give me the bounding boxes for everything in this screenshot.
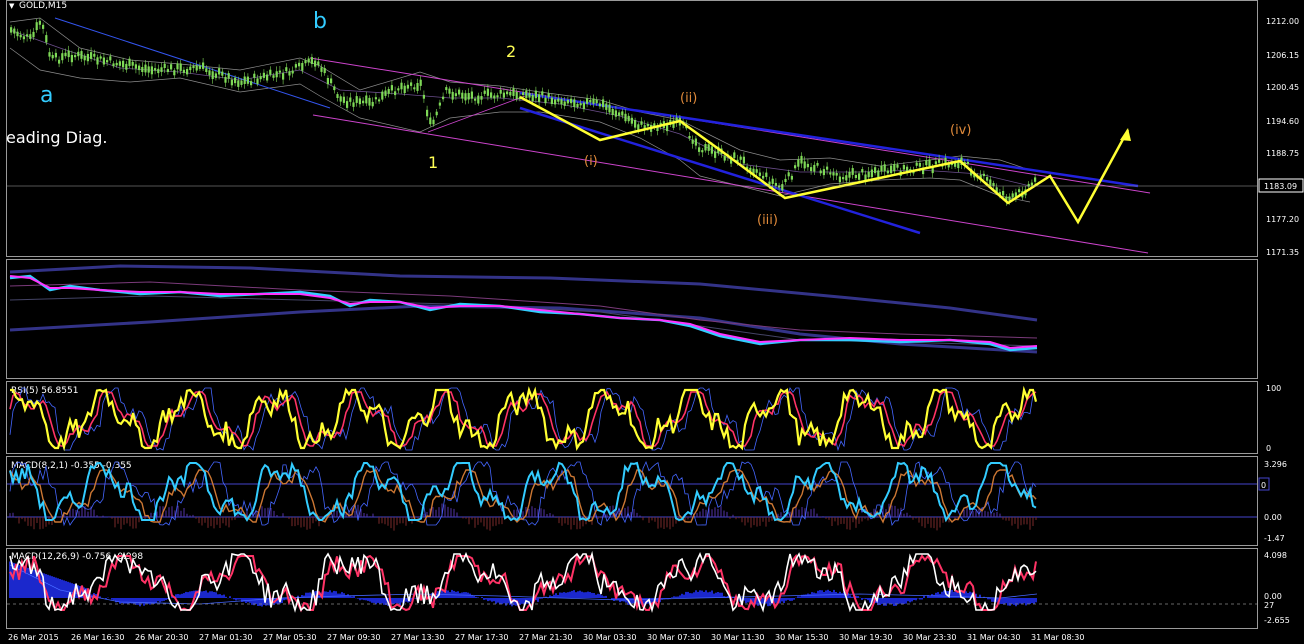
- time-tick: 27 Mar 21:30: [519, 633, 572, 642]
- macd-fast-tick-top: 3.296: [1264, 460, 1287, 469]
- time-tick: 26 Mar 16:30: [71, 633, 124, 642]
- ma-panel: [9, 264, 1038, 354]
- time-tick: 30 Mar 11:30: [711, 633, 764, 642]
- wave-label-b: b: [313, 9, 327, 34]
- triangle-line: [427, 95, 526, 133]
- price-tick: 1188.75: [1266, 149, 1299, 158]
- time-tick: 26 Mar 2015: [8, 633, 59, 642]
- macd-slow-tick-top: 4.098: [1264, 551, 1287, 560]
- wave-label-1: 1: [428, 153, 438, 172]
- wave-label-ii: (ii): [680, 91, 697, 106]
- trend-line-blue-thin: [54, 17, 331, 109]
- wave-label-iii: (iii): [757, 213, 778, 228]
- price-tick: 1212.00: [1266, 17, 1299, 26]
- current-price-label: 1183.09: [1264, 182, 1297, 191]
- macd-slow-tick-zero: 0.00: [1264, 592, 1282, 601]
- time-tick: 30 Mar 19:30: [839, 633, 892, 642]
- price-tick: 1206.15: [1266, 51, 1299, 60]
- price-axis: 1212.00 1206.15 1200.45 1194.60 1188.75 …: [1258, 17, 1304, 257]
- macd-fast-tick-bottom: -1.47: [1264, 534, 1285, 543]
- time-tick: 26 Mar 20:30: [135, 633, 188, 642]
- dropdown-arrow-icon[interactable]: ▼: [9, 2, 15, 10]
- rsi-tick-100: 100: [1266, 384, 1281, 393]
- price-tick: 1177.20: [1266, 215, 1299, 224]
- rsi-panel-frame: [6, 381, 1258, 454]
- channel-blue-lower: [519, 106, 921, 235]
- rsi-panel: RSI(5) 56.8551 100 0: [9, 384, 1281, 453]
- time-tick: 31 Mar 04:30: [967, 633, 1020, 642]
- wave-label-iv: (iv): [950, 123, 971, 138]
- mt4-chart[interactable]: ▼ GOLD,M15 a b 1 2 (i) (ii) (iii) (iv) e…: [0, 0, 1304, 644]
- ma-fast-magenta: [9, 275, 1038, 350]
- price-tick: 1200.45: [1266, 83, 1299, 92]
- macd-fast-level-tick: 0: [1261, 481, 1266, 490]
- wave-label-i: (i): [584, 154, 598, 169]
- rsi-tick-0: 0: [1266, 444, 1271, 453]
- time-tick: 30 Mar 03:30: [583, 633, 636, 642]
- wave-label-a: a: [40, 83, 53, 108]
- time-tick: 30 Mar 15:30: [775, 633, 828, 642]
- time-tick: 30 Mar 07:30: [647, 633, 700, 642]
- time-tick: 31 Mar 08:30: [1031, 633, 1084, 642]
- macd-slow-tick-27: 27: [1264, 601, 1274, 610]
- wave-label-2: 2: [506, 42, 516, 61]
- symbol-label: GOLD,M15: [19, 1, 67, 11]
- macd-fast-tick-zero: 0.00: [1264, 513, 1282, 522]
- time-tick: 27 Mar 05:30: [263, 633, 316, 642]
- time-tick: 27 Mar 01:30: [199, 633, 252, 642]
- time-tick: 27 Mar 09:30: [327, 633, 380, 642]
- pattern-label: eading Diag.: [6, 128, 107, 147]
- macd-slow-panel-frame: [6, 548, 1258, 629]
- wave-arrowhead: [1120, 128, 1131, 141]
- main-panel-frame: [6, 0, 1258, 257]
- price-tick: 1194.60: [1266, 117, 1299, 126]
- time-tick: 27 Mar 17:30: [455, 633, 508, 642]
- price-tick: 1171.35: [1266, 248, 1299, 257]
- time-tick: 30 Mar 23:30: [903, 633, 956, 642]
- macd-fast-panel: MACD(8,2,1) -0.355 -0.355 3.296 0 0.00 -…: [7, 460, 1287, 543]
- time-tick: 27 Mar 13:30: [391, 633, 444, 642]
- macd-slow-panel: MACD(12,26,9) -0.756 -0.998 4.098 0.00 2…: [7, 550, 1290, 625]
- macd-slow-tick-bottom: -2.655: [1264, 616, 1290, 625]
- ma-env-lower: [9, 304, 1038, 354]
- time-axis: 26 Mar 2015 26 Mar 16:30 26 Mar 20:30 27…: [8, 633, 1084, 642]
- macd-fast-panel-frame: [6, 456, 1258, 546]
- price-panel: a b 1 2 (i) (ii) (iii) (iv) eading Diag.: [6, 9, 1257, 254]
